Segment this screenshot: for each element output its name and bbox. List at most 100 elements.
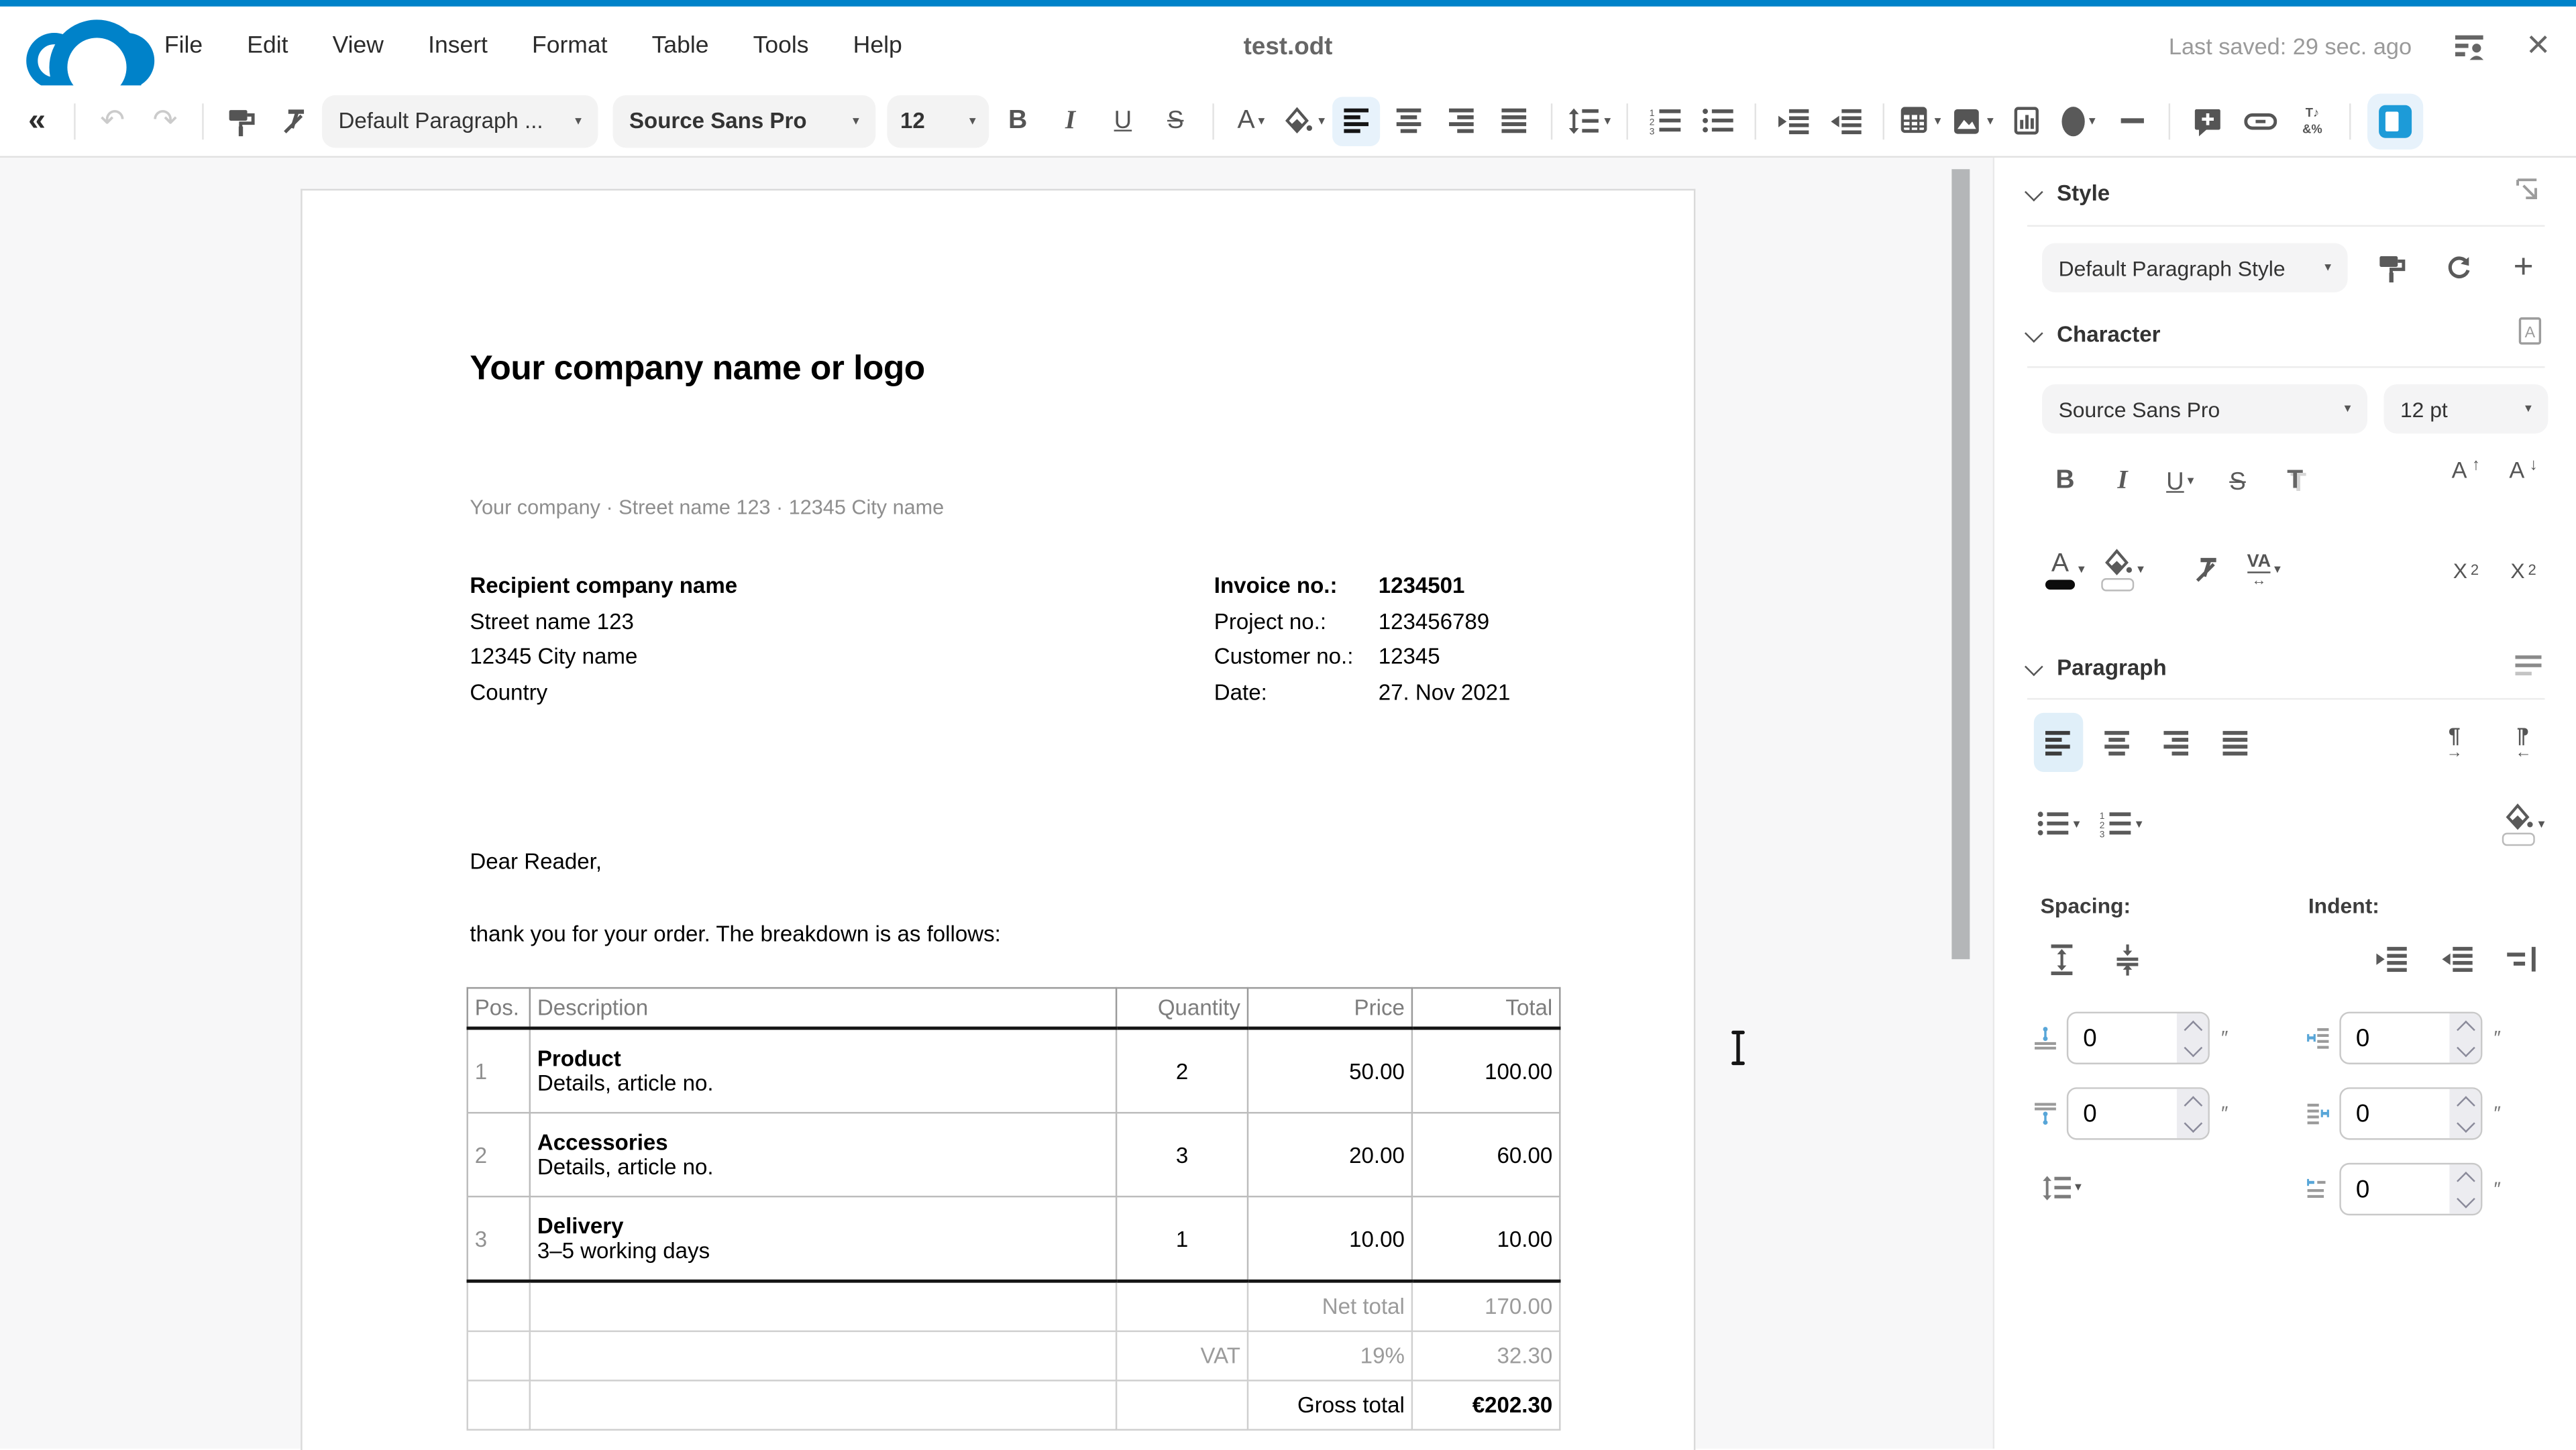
character-spacing-button[interactable]: VA↔ ▾ (2243, 547, 2286, 594)
paragraph-background-color-button[interactable]: ▾ (2502, 801, 2545, 848)
sidebar-decrease-indent-button[interactable] (2436, 936, 2479, 983)
menu-table[interactable]: Table (652, 33, 709, 59)
paragraph-dialog-icon[interactable] (2515, 655, 2541, 677)
italic-button[interactable]: I (1046, 96, 1094, 145)
insert-hyperlink-button[interactable] (2236, 96, 2284, 145)
font-size-dropdown[interactable]: 12▾ (887, 95, 989, 147)
stepper-buttons[interactable] (2449, 1089, 2481, 1138)
paragraph-section-header[interactable]: Paragraph (2027, 655, 2167, 680)
collaboration-users-icon[interactable] (2453, 32, 2485, 60)
decrease-indent-button[interactable] (1822, 96, 1870, 145)
first-line-indent-input[interactable]: 0 (2339, 1163, 2482, 1215)
style-select-dropdown[interactable]: Default Paragraph Style▾ (2042, 243, 2348, 292)
menu-edit[interactable]: Edit (247, 33, 288, 59)
sidebar-font-size-dropdown[interactable]: 12 pt▾ (2383, 384, 2548, 433)
superscript-button[interactable]: X2 (2445, 547, 2487, 594)
hanging-indent-button[interactable] (2502, 936, 2545, 983)
bold-button[interactable]: B (994, 96, 1042, 145)
align-right-button[interactable] (1438, 96, 1485, 145)
highlight-color-button[interactable]: ▾ (1280, 96, 1328, 145)
sidebar-increase-indent-button[interactable] (2371, 936, 2414, 983)
grow-font-button[interactable]: A↑ (2445, 458, 2487, 504)
font-color-button[interactable]: A▾ (1227, 96, 1275, 145)
paragraph-ltr-button[interactable]: ¶→ (2433, 720, 2476, 766)
above-paragraph-spacing-input[interactable]: 0 (2067, 1012, 2210, 1064)
paragraph-style-dropdown[interactable]: Default Paragraph ...▾ (322, 95, 598, 147)
unordered-list-button[interactable] (1694, 96, 1741, 145)
chevron-down-icon: ▾ (2274, 563, 2281, 577)
menu-file[interactable]: File (164, 33, 203, 59)
insert-chart-button[interactable] (2002, 96, 2050, 145)
align-justify-button[interactable] (1490, 96, 1538, 145)
table-header-row: Pos. Description Quantity Price Total (468, 988, 1560, 1028)
close-icon[interactable]: × (2526, 26, 2549, 66)
sidebar-line-spacing-button[interactable]: ▾ (2041, 1164, 2084, 1211)
sidebar-strikethrough-button[interactable]: S (2216, 458, 2259, 504)
sidebar-font-color-button[interactable]: A ▾ (2044, 547, 2087, 594)
sidebar-ordered-list-button[interactable]: ▾ (2100, 801, 2143, 848)
document-page[interactable]: Your company name or logo Your company ·… (301, 189, 1695, 1450)
refresh-style-button[interactable] (2436, 245, 2479, 291)
insert-shape-button[interactable]: ▾ (2055, 96, 2103, 145)
document-canvas[interactable]: Your company name or logo Your company ·… (0, 158, 1993, 1449)
menu-view[interactable]: View (333, 33, 384, 59)
align-left-button[interactable] (1332, 96, 1380, 145)
sidebar-align-left-button[interactable] (2034, 713, 2083, 772)
font-name-dropdown[interactable]: Source Sans Pro▾ (612, 95, 875, 147)
undo-button[interactable]: ↶ (89, 96, 136, 145)
collapse-toolbar-button[interactable]: « (13, 96, 61, 145)
stepper-buttons[interactable] (2177, 1013, 2208, 1062)
sidebar-toggle-button[interactable] (2367, 93, 2423, 148)
character-dialog-icon[interactable] (2518, 317, 2541, 345)
subscript-button[interactable]: X2 (2502, 547, 2545, 594)
popout-icon[interactable] (2515, 177, 2541, 203)
align-center-button[interactable] (1385, 96, 1432, 145)
sidebar-italic-button[interactable]: I (2101, 458, 2144, 504)
menu-help[interactable]: Help (853, 33, 902, 59)
character-section-header[interactable]: Character (2027, 322, 2160, 347)
special-character-button[interactable]: T♪&% (2288, 96, 2336, 145)
menu-format[interactable]: Format (532, 33, 607, 59)
sidebar-underline-button[interactable]: U▾ (2159, 458, 2202, 504)
below-paragraph-spacing-input[interactable]: 0 (2067, 1087, 2210, 1139)
increase-indent-button[interactable] (1770, 96, 1817, 145)
sidebar-clear-formatting-button[interactable] (2185, 547, 2228, 594)
vertical-scrollbar[interactable] (1951, 169, 1970, 959)
header-bar: File Edit View Insert Format Table Tools… (0, 7, 2576, 86)
sidebar-shadow-button[interactable]: T (2273, 458, 2316, 504)
stepper-buttons[interactable] (2177, 1089, 2208, 1138)
after-text-indent-input[interactable]: 0 (2339, 1087, 2482, 1139)
insert-image-button[interactable]: ▾ (1950, 96, 1998, 145)
sidebar-align-right-button[interactable] (2152, 720, 2201, 766)
insert-line-button[interactable] (2108, 96, 2155, 145)
update-style-button[interactable] (2371, 245, 2414, 291)
chevron-down-icon: ▾ (2089, 114, 2096, 127)
sidebar-highlight-color-button[interactable]: ▾ (2101, 547, 2144, 594)
strikethrough-button[interactable]: S (1152, 96, 1199, 145)
underline-button[interactable]: U (1099, 96, 1146, 145)
sidebar-unordered-list-button[interactable]: ▾ (2037, 801, 2080, 848)
shrink-font-button[interactable]: A↓ (2502, 458, 2545, 504)
stepper-buttons[interactable] (2449, 1164, 2481, 1213)
sidebar-align-center-button[interactable] (2093, 720, 2142, 766)
paragraph-rtl-button[interactable]: ¶← (2502, 720, 2545, 766)
clear-formatting-button[interactable] (270, 96, 317, 145)
decrease-spacing-button[interactable] (2106, 936, 2149, 983)
style-section-header[interactable]: Style (2027, 180, 2110, 205)
before-text-indent-input[interactable]: 0 (2339, 1012, 2482, 1064)
line-spacing-button[interactable]: ▾ (1566, 96, 1613, 145)
redo-button[interactable]: ↷ (142, 96, 189, 145)
stepper-buttons[interactable] (2449, 1013, 2481, 1062)
chevron-down-icon: ▾ (1258, 114, 1265, 127)
insert-comment-button[interactable] (2184, 96, 2231, 145)
menu-insert[interactable]: Insert (428, 33, 488, 59)
sidebar-font-name-dropdown[interactable]: Source Sans Pro▾ (2042, 384, 2367, 433)
sidebar-bold-button[interactable]: B (2044, 458, 2087, 504)
sidebar-align-justify-button[interactable] (2211, 720, 2260, 766)
menu-tools[interactable]: Tools (753, 33, 809, 59)
new-style-button[interactable]: + (2502, 245, 2545, 291)
insert-table-button[interactable]: ▾ (1898, 96, 1945, 145)
increase-spacing-button[interactable] (2041, 936, 2084, 983)
ordered-list-button[interactable] (1642, 96, 1689, 145)
clone-formatting-button[interactable] (217, 96, 264, 145)
